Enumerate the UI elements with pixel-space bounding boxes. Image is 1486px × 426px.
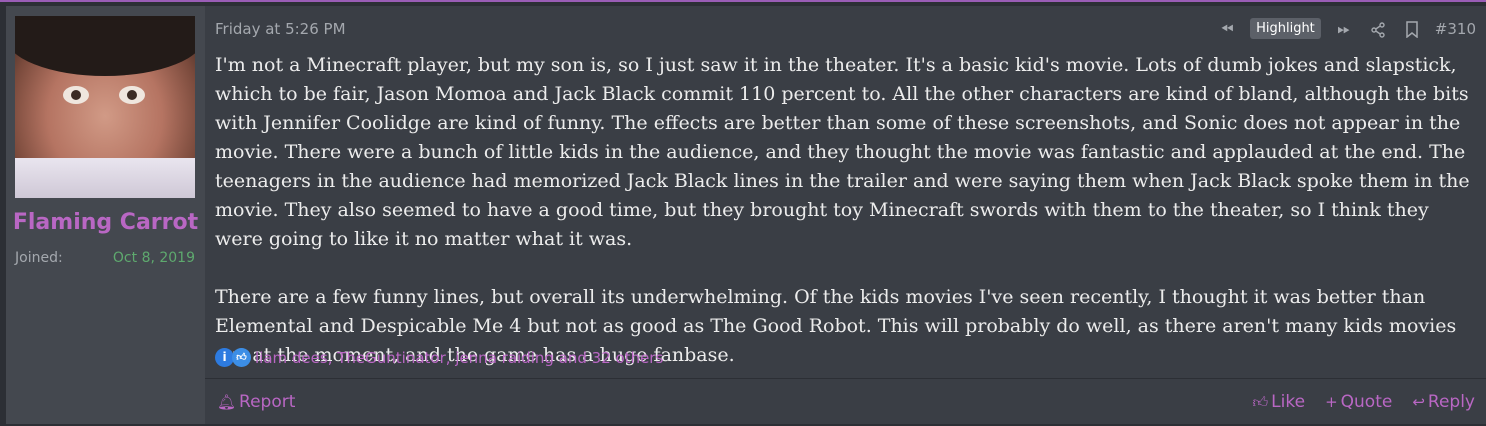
bell-icon: 🔔︎ [217,393,237,411]
joined-date: Oct 8, 2019 [112,250,195,266]
post-paragraph-1: I'm not a Minecraft player, but my son i… [215,54,1470,250]
plus-icon: + [1325,393,1338,411]
thumbs-up-icon: 👍︎ [1252,393,1269,411]
joined-label: Joined: [15,250,63,266]
like-button[interactable]: 👍︎ Like [1252,392,1305,412]
user-info-panel: Flaming Carrot Joined: Oct 8, 2019 [6,6,205,424]
post-main: Friday at 5:26 PM ⏪︎ Highlight ⏩︎ #310 I… [205,6,1486,424]
reply-label: Reply [1427,392,1475,412]
share-icon[interactable] [1361,19,1395,38]
post-date[interactable]: Friday at 5:26 PM [215,20,346,38]
quote-label: Quote [1340,392,1393,412]
report-label: Report [239,392,296,412]
bookmark-icon[interactable] [1395,19,1429,39]
like-label: Like [1271,392,1306,412]
post-content: I'm not a Minecraft player, but my son i… [215,51,1477,370]
fast-forward-icon[interactable]: ⏩︎ [1327,19,1361,39]
footer-actions: 👍︎ Like + Quote ↩ Reply [1252,392,1475,412]
highlight-badge[interactable]: Highlight [1250,18,1321,39]
report-button[interactable]: 🔔︎ Report [217,392,295,412]
quote-button[interactable]: + Quote [1325,392,1392,412]
username[interactable]: Flaming Carrot [6,210,205,235]
post-number[interactable]: #310 [1435,20,1476,38]
reactions-list[interactable]: liam dees, TheGuntinator, jenna raiding … [255,349,663,367]
forum-post: Flaming Carrot Joined: Oct 8, 2019 Frida… [0,0,1486,426]
avatar[interactable] [15,16,195,198]
reactions-bar[interactable]: i 👍︎ liam dees, TheGuntinator, jenna rai… [215,348,663,367]
post-actions: ⏪︎ Highlight ⏩︎ #310 [1210,18,1476,39]
post-footer: 🔔︎ Report 👍︎ Like + Quote ↩ Reply [205,378,1486,425]
like-reaction-icon: 👍︎ [232,348,251,367]
reply-button[interactable]: ↩ Reply [1412,392,1475,412]
reply-arrow-icon: ↩ [1412,393,1425,411]
rewind-icon[interactable]: ⏪︎ [1210,19,1244,39]
